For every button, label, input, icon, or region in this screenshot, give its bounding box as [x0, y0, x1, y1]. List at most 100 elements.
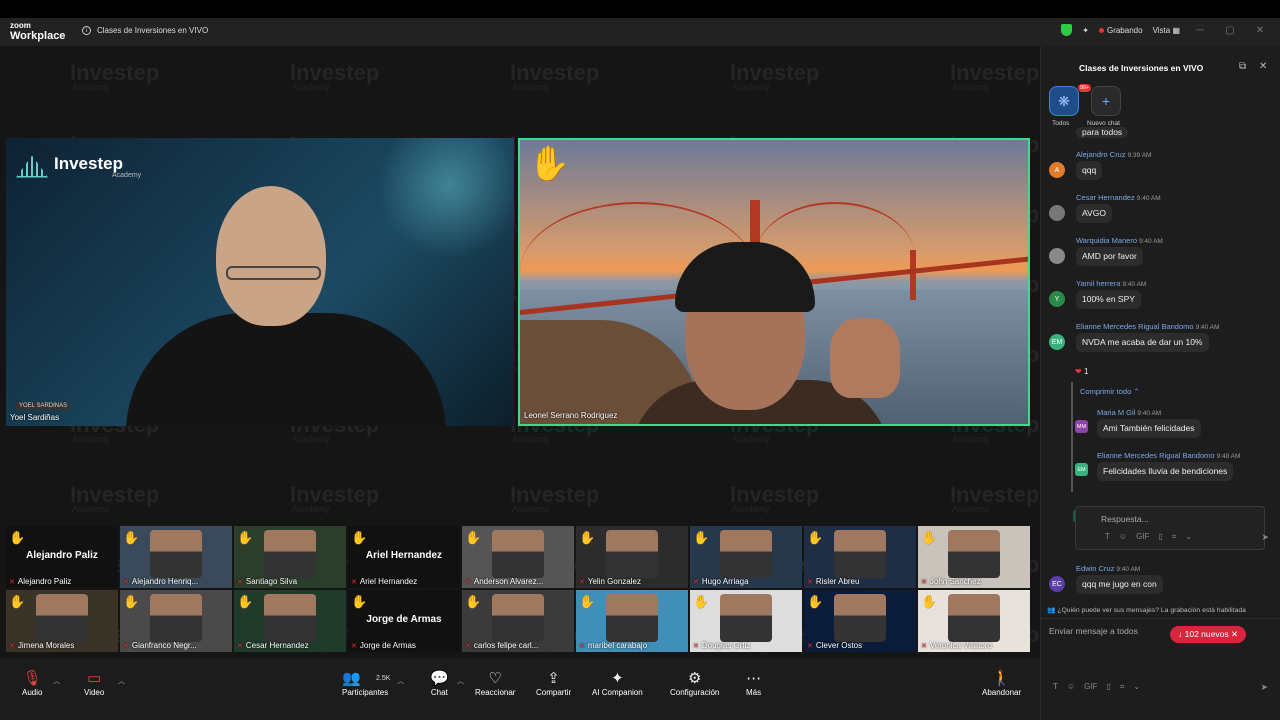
gallery-tile[interactable]: Ariel Hernandez ✋ ✕ Ariel Hernandez — [348, 526, 460, 588]
gif-icon[interactable]: GIF — [1084, 682, 1097, 692]
gallery-tile[interactable]: ✋ ✕ Hugo Arriaga — [690, 526, 802, 588]
gallery-tile[interactable]: ✋ ✕ Santiago Silva — [234, 526, 346, 588]
more-format-icon[interactable]: ⌄ — [1133, 682, 1140, 692]
ai-companion-button[interactable]: ✦ AI Companion — [592, 670, 643, 697]
audio-options-caret[interactable]: ︿ — [53, 676, 60, 686]
plus-icon: + — [1101, 93, 1111, 109]
mic-muted-icon: ✕ — [351, 643, 357, 650]
gallery-strip: Alejandro Paliz ✋ ✕ Alejandro Paliz ✋ ✕ Alejan… — [6, 526, 1032, 654]
gif-icon[interactable]: GIF — [1136, 532, 1149, 542]
share-button[interactable]: ⇪ Compartir — [536, 670, 571, 697]
emoji-icon[interactable]: ☺ — [1119, 532, 1127, 542]
participant-name: ✕ Cesar Hernandez — [237, 641, 309, 650]
screenshot-icon[interactable]: ⌗ — [1120, 682, 1125, 692]
message-input[interactable]: Enviar mensaje a todos — [1049, 626, 1138, 636]
video-tile-speaker[interactable]: Investep Academy YOEL SARDINAS Yoel Sardi… — [6, 138, 514, 426]
watermark: InvestepAcademy — [240, 482, 379, 514]
participant-name-text: Clever Ostos — [815, 641, 863, 650]
dismiss-icon[interactable]: ✕ — [1231, 629, 1238, 639]
gallery-tile[interactable]: ✋ ✕ carlos felipe carl... — [462, 590, 574, 652]
reply-input[interactable] — [1075, 506, 1265, 550]
minimize-button[interactable]: ─ — [1190, 25, 1210, 36]
new-messages-pill[interactable]: ↓ 102 nuevos ✕ — [1170, 626, 1247, 643]
participant-name: ✕ Santiago Silva — [237, 577, 297, 586]
text-format-icon[interactable]: T — [1105, 532, 1110, 542]
gallery-tile[interactable]: ✋ ✕ Clever Ostos — [804, 590, 916, 652]
security-shield-icon[interactable] — [1061, 24, 1073, 36]
audio-button[interactable]: 🎙 Audio — [22, 670, 42, 697]
file-icon[interactable]: ▯ — [1158, 532, 1162, 542]
new-chat-button[interactable]: + — [1091, 86, 1121, 116]
reaction[interactable]: ❤ 1 — [1075, 367, 1088, 376]
participant-name-text: John Sanchez — [929, 577, 981, 586]
video-tile-active[interactable]: ✋ Leonel Serrano Rodriguez — [518, 138, 1030, 426]
participant-video — [720, 530, 772, 578]
gallery-tile[interactable]: ✋ ✕ Cesar Hernandez — [234, 590, 346, 652]
compose-format-bar: T ☺ GIF ▯ ⌗ ⌄ — [1053, 682, 1140, 692]
info-icon[interactable]: i — [82, 26, 91, 35]
view-button[interactable]: Vista ▦ — [1153, 26, 1180, 35]
recording-indicator[interactable]: Grabando — [1098, 26, 1143, 35]
sender-name: Maria M Gil — [1097, 408, 1136, 417]
gallery-tile[interactable]: ✋ ✕ Jimena Morales — [6, 590, 118, 652]
participant-name: ✕ Risler Abreu — [807, 577, 859, 586]
mic-muted-icon: ✕ — [237, 579, 243, 586]
video-options-caret[interactable]: ︿ — [118, 676, 125, 686]
close-chat-icon[interactable]: ✕ — [1259, 61, 1267, 72]
close-window-button[interactable]: ✕ — [1250, 25, 1270, 36]
gallery-tile[interactable]: Alejandro Paliz ✋ ✕ Alejandro Paliz — [6, 526, 118, 588]
raised-hand-icon: ✋ — [123, 530, 140, 545]
participant-name: ✕ Alejandro Paliz — [9, 577, 71, 586]
visibility-note[interactable]: 👥 ¿Quién puede ver sus mensajes? La grab… — [1047, 606, 1277, 614]
participant-name: ✕ Alejandro Henriq... — [123, 577, 198, 586]
maximize-button[interactable]: ▢ — [1220, 25, 1240, 36]
chat-button[interactable]: 💬 Chat — [430, 670, 449, 697]
chat-header: Clases de Inversiones en VIVO ⧉ ✕ — [1041, 46, 1280, 86]
participant-name-text: Gianfranco Negr... — [131, 641, 197, 650]
sparkle-icon[interactable]: ✦ — [1082, 26, 1089, 35]
gallery-tile[interactable]: Jorge de Armas ✋ ✕ Jorge de Armas — [348, 590, 460, 652]
title-bar: zoom Workplace i Clases de Inversiones e… — [0, 18, 1280, 46]
collapse-all-button[interactable]: Comprimir todo ⌃ — [1080, 387, 1140, 396]
more-button[interactable]: ⋯ Más — [746, 670, 761, 697]
participant-video — [492, 530, 544, 578]
more-format-icon[interactable]: ⌄ — [1185, 532, 1192, 542]
chat-caret[interactable]: ︿ — [457, 676, 464, 686]
leave-icon: 🚶 — [992, 670, 1011, 687]
leave-button[interactable]: 🚶 Abandonar — [982, 670, 1021, 697]
file-icon[interactable]: ▯ — [1106, 682, 1110, 692]
mic-muted-icon: ✕ — [123, 579, 129, 586]
message-text: AVGO — [1076, 204, 1112, 223]
reply-send-icon[interactable]: ➤ — [1261, 532, 1269, 543]
participants-caret[interactable]: ︿ — [397, 676, 404, 686]
gallery-tile[interactable]: ✋ ✕ Douglas Ortiz — [690, 590, 802, 652]
send-icon[interactable]: ➤ — [1260, 682, 1268, 693]
video-button[interactable]: ▭ Video — [84, 670, 104, 697]
sender-name: Yamil herrera — [1076, 279, 1121, 288]
zoom-logo: zoom Workplace — [10, 21, 65, 42]
text-format-icon[interactable]: T — [1053, 682, 1058, 692]
video-off-icon: ▭ — [87, 670, 102, 687]
react-button[interactable]: ♡ Reaccionar — [475, 670, 515, 697]
gallery-tile[interactable]: ✋ ✕ Alejandro Henriq... — [120, 526, 232, 588]
gallery-tile[interactable]: ✋ ✕ Yelin Gonzalez — [576, 526, 688, 588]
message-time: 9:40 AM — [1116, 566, 1141, 573]
mic-muted-icon: ✕ — [693, 643, 699, 650]
speaker-glasses — [226, 266, 321, 280]
mic-muted-icon: ✕ — [237, 643, 243, 650]
speaker-figure — [76, 178, 446, 426]
gallery-tile[interactable]: ✋ ✕ Veronica Villatoro — [918, 590, 1030, 652]
gallery-tile[interactable]: ✋ ✕ Risler Abreu — [804, 526, 916, 588]
settings-button[interactable]: ⚙ Configuración — [670, 670, 719, 697]
screenshot-icon[interactable]: ⌗ — [1172, 532, 1177, 542]
raised-hand-icon: ✋ — [237, 530, 254, 545]
popout-icon[interactable]: ⧉ — [1239, 61, 1246, 72]
participant-name: ✕ Gianfranco Negr... — [123, 641, 197, 650]
chat-tab-all[interactable]: ❋ 99+ — [1049, 84, 1092, 116]
gallery-tile[interactable]: ✋ ✕ maribel carabajo — [576, 590, 688, 652]
gallery-tile[interactable]: ✋ ✕ John Sanchez — [918, 526, 1030, 588]
gallery-tile[interactable]: ✋ ✕ Anderson Alvarez... — [462, 526, 574, 588]
meeting-title[interactable]: i Clases de Inversiones en VIVO — [82, 26, 208, 35]
emoji-icon[interactable]: ☺ — [1067, 682, 1075, 692]
gallery-tile[interactable]: ✋ ✕ Gianfranco Negr... — [120, 590, 232, 652]
